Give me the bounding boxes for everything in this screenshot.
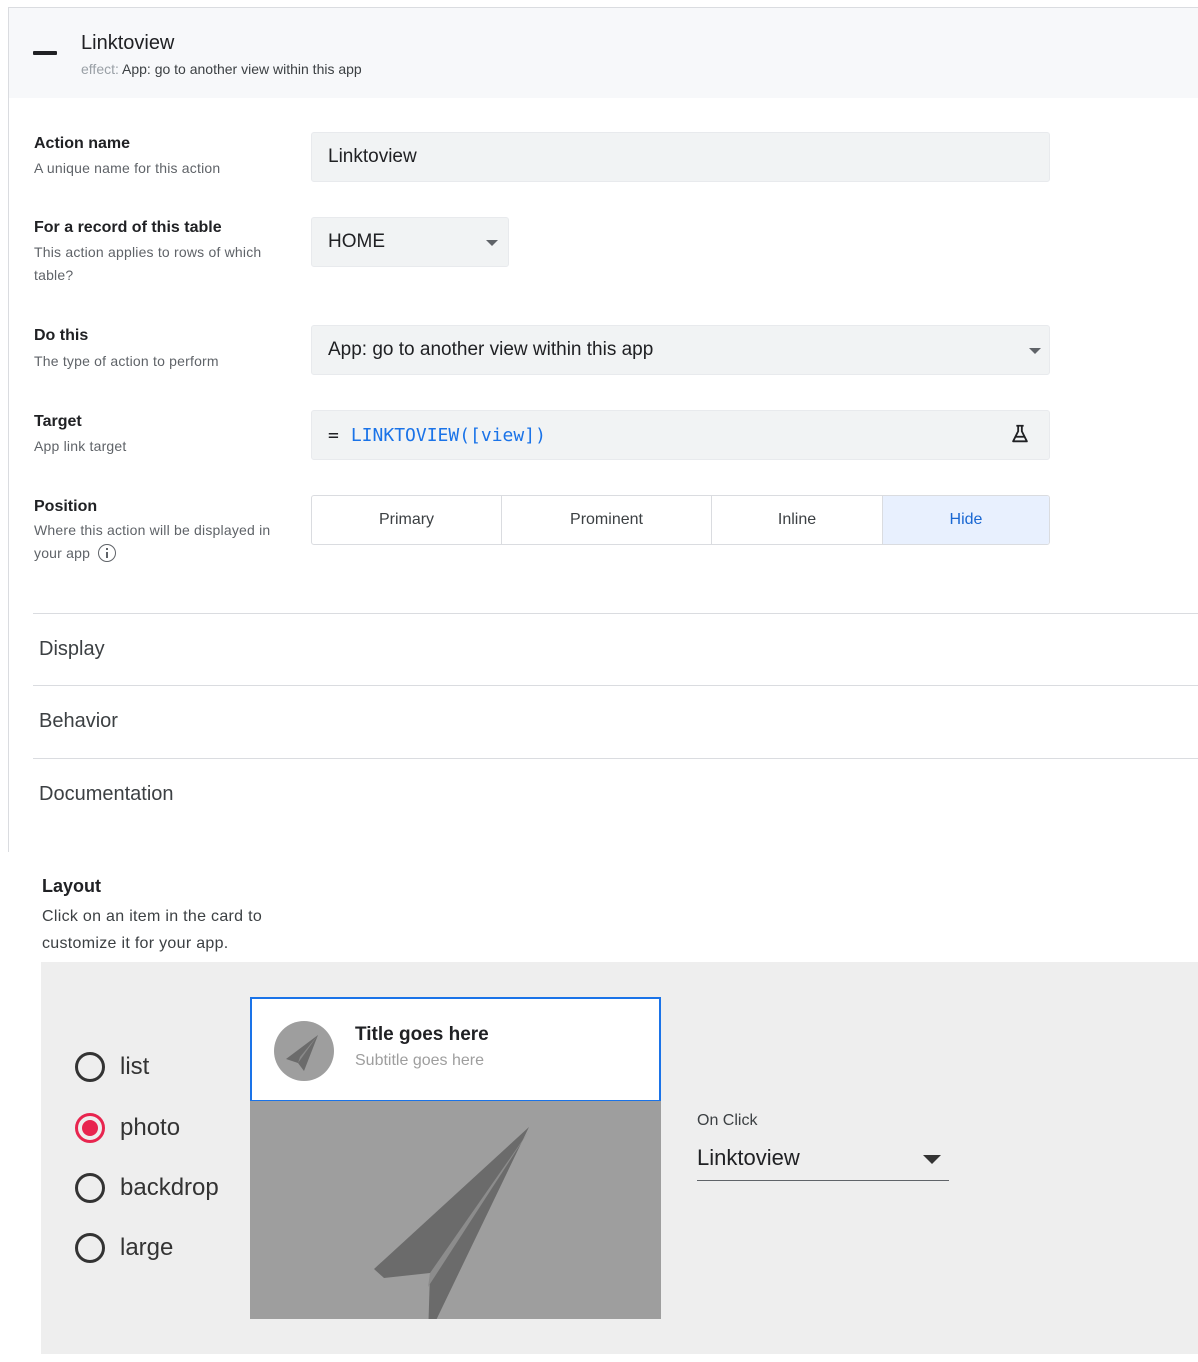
action-panel: Linktoview effect: App: go to another vi… <box>8 7 1198 852</box>
on-click-value: Linktoview <box>697 1145 800 1170</box>
do-this-value: App: go to another view within this app <box>328 339 654 360</box>
layout-editor: list photo backdrop large Title goes her… <box>41 962 1198 1354</box>
radio-unchecked-icon[interactable] <box>75 1233 105 1263</box>
section-behavior[interactable]: Behavior <box>33 685 1198 757</box>
paper-plane-icon <box>286 1035 318 1071</box>
table-select[interactable]: HOME <box>311 217 509 267</box>
table-help: This action applies to rows of which tab… <box>34 244 262 283</box>
formula-expression: LINKTOVIEW([view]) <box>350 424 546 446</box>
card-image[interactable] <box>250 1101 661 1337</box>
effect-value: App: go to another view within this app <box>122 61 362 77</box>
chevron-down-icon <box>923 1155 941 1164</box>
do-this-select[interactable]: App: go to another view within this app <box>311 325 1050 375</box>
target-label: Target <box>34 413 82 430</box>
card-avatar[interactable] <box>274 1021 334 1081</box>
layout-option-list[interactable]: list <box>75 1049 149 1085</box>
card-title[interactable]: Title goes here <box>355 1024 489 1046</box>
card-subtitle[interactable]: Subtitle goes here <box>355 1052 484 1070</box>
layout-option-large[interactable]: large <box>75 1230 173 1266</box>
do-this-help: The type of action to perform <box>34 353 219 369</box>
action-title: Linktoview <box>81 32 175 54</box>
chevron-down-icon <box>1029 348 1041 354</box>
effect-label: effect: <box>81 61 119 77</box>
layout-option-large-label: large <box>120 1234 174 1261</box>
radio-unchecked-icon[interactable] <box>75 1052 105 1082</box>
flask-icon[interactable] <box>1009 423 1031 445</box>
target-help: App link target <box>34 438 127 454</box>
action-panel-header[interactable]: Linktoview effect: App: go to another vi… <box>9 8 1198 98</box>
position-option-inline[interactable]: Inline <box>712 496 883 544</box>
layout-help: Click on an item in the card to customiz… <box>42 908 263 952</box>
section-documentation-label: Documentation <box>39 783 174 805</box>
target-formula-input[interactable]: = LINKTOVIEW([view]) <box>311 410 1050 460</box>
on-click-label: On Click <box>697 1112 758 1129</box>
section-documentation[interactable]: Documentation <box>33 758 1198 853</box>
position-option-hide[interactable]: Hide <box>883 496 1049 544</box>
layout-option-backdrop-label: backdrop <box>120 1174 219 1201</box>
radio-unchecked-icon[interactable] <box>75 1173 105 1203</box>
card-header[interactable]: Title goes here Subtitle goes here <box>250 997 661 1101</box>
position-label: Position <box>34 498 98 515</box>
action-name-input[interactable]: Linktoview <box>311 132 1050 182</box>
section-display[interactable]: Display <box>33 613 1198 685</box>
position-option-prominent[interactable]: Prominent <box>502 496 712 544</box>
layout-option-list-label: list <box>120 1053 150 1080</box>
collapse-icon[interactable] <box>33 51 57 55</box>
layout-option-backdrop[interactable]: backdrop <box>75 1170 219 1206</box>
do-this-label: Do this <box>34 327 89 344</box>
chevron-down-icon <box>486 240 498 246</box>
layout-label: Layout <box>42 876 102 896</box>
layout-option-photo-label: photo <box>120 1114 181 1141</box>
radio-checked-icon[interactable] <box>75 1113 105 1143</box>
action-effect: effect: App: go to another view within t… <box>81 61 362 77</box>
position-help: Where this action will be displayed in y… <box>34 519 294 565</box>
formula-equals: = <box>328 424 339 446</box>
on-click-select[interactable]: Linktoview <box>697 1140 949 1181</box>
table-value: HOME <box>328 231 385 252</box>
position-option-primary[interactable]: Primary <box>312 496 502 544</box>
paper-plane-icon <box>374 1127 529 1337</box>
layout-option-photo[interactable]: photo <box>75 1110 180 1146</box>
info-icon[interactable] <box>98 544 117 562</box>
card-preview: Title goes here Subtitle goes here <box>250 997 661 1337</box>
section-behavior-label: Behavior <box>39 710 118 732</box>
position-help-text: Where this action will be displayed in y… <box>34 522 271 561</box>
position-segmented-control: Primary Prominent Inline Hide <box>311 495 1050 545</box>
section-display-label: Display <box>39 638 105 660</box>
action-name-help: A unique name for this action <box>34 160 221 176</box>
action-name-value: Linktoview <box>328 146 417 167</box>
action-name-label: Action name <box>34 135 131 152</box>
table-label: For a record of this table <box>34 219 222 236</box>
